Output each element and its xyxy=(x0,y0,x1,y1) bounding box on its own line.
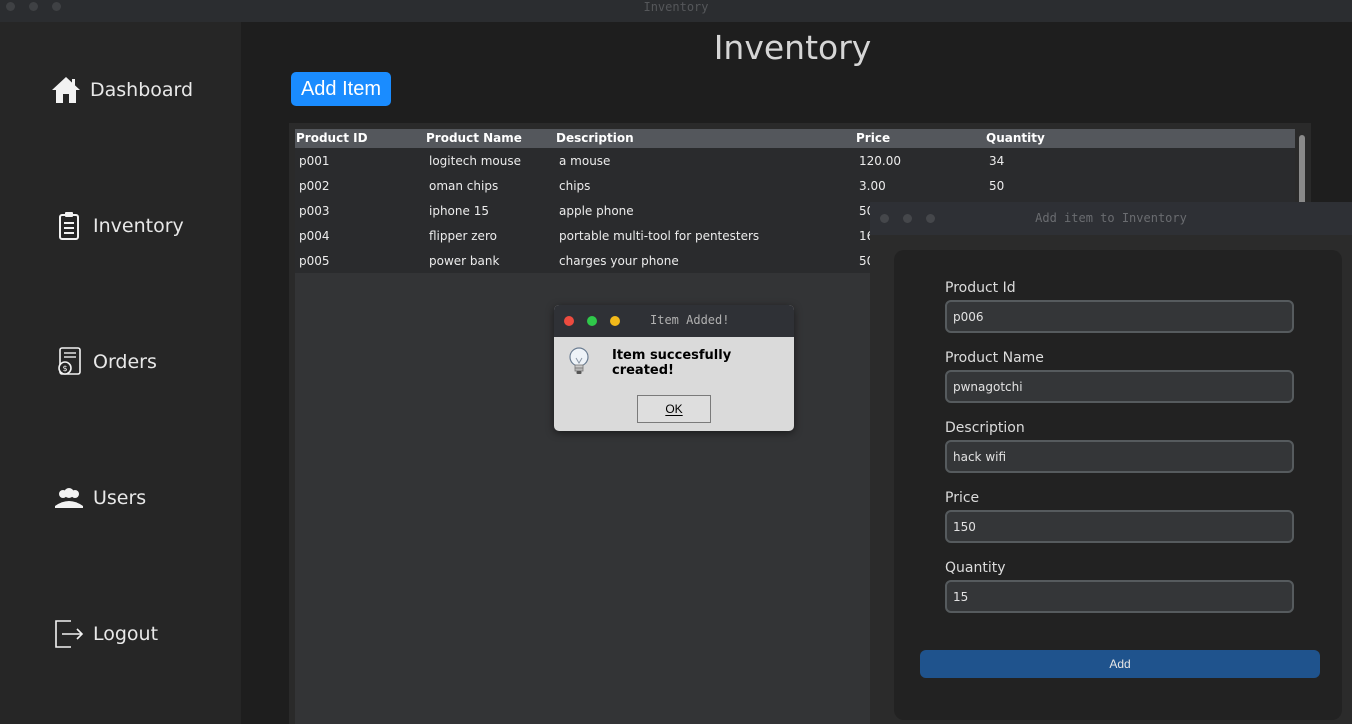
add-window-title: Add item to Inventory xyxy=(1035,211,1187,225)
item-added-dialog: Item Added! Item succesfully created! OK xyxy=(554,305,794,431)
table-cell: 3.00 xyxy=(859,178,886,193)
table-cell: portable multi-tool for pentesters xyxy=(559,228,760,243)
sidebar: Dashboard Inventory $ Orders Users Logou… xyxy=(0,22,241,724)
price-label: Price xyxy=(945,490,980,506)
table-cell: p001 xyxy=(299,153,330,168)
table-cell: power bank xyxy=(429,253,500,268)
table-header: Product ID Product Name Description Pric… xyxy=(295,129,1295,148)
table-cell: flipper zero xyxy=(429,228,497,243)
add-window-titlebar[interactable]: Add item to Inventory xyxy=(870,202,1352,235)
sidebar-item-dashboard[interactable]: Dashboard xyxy=(50,74,193,106)
svg-text:$: $ xyxy=(62,364,67,373)
logout-icon xyxy=(53,618,85,650)
quantity-input[interactable] xyxy=(945,580,1294,613)
sidebar-item-label: Inventory xyxy=(93,215,184,237)
clipboard-icon xyxy=(53,210,85,242)
add-item-form: Product Id Product Name Description Pric… xyxy=(894,250,1342,720)
page-title: Inventory xyxy=(713,28,872,67)
product-name-label: Product Name xyxy=(945,350,1044,366)
table-cell: 50 xyxy=(989,178,1005,193)
table-cell: p002 xyxy=(299,178,330,193)
dialog-title: Item Added! xyxy=(650,313,730,327)
sidebar-item-users[interactable]: Users xyxy=(53,482,146,514)
table-cell: p003 xyxy=(299,203,330,218)
add-button[interactable]: Add xyxy=(920,650,1320,678)
table-cell: a mouse xyxy=(559,153,611,168)
sidebar-item-orders[interactable]: $ Orders xyxy=(53,346,157,378)
table-row[interactable]: p002 oman chips chips 3.00 50 xyxy=(295,173,1295,198)
sidebar-item-logout[interactable]: Logout xyxy=(53,618,158,650)
description-label: Description xyxy=(945,420,1025,436)
lightbulb-icon xyxy=(568,346,590,382)
home-icon xyxy=(50,74,82,106)
sidebar-item-label: Orders xyxy=(93,351,157,373)
column-header[interactable]: Product Name xyxy=(425,129,555,148)
price-input[interactable] xyxy=(945,510,1294,543)
sidebar-item-inventory[interactable]: Inventory xyxy=(53,210,184,242)
table-cell: p004 xyxy=(299,228,330,243)
sidebar-item-label: Logout xyxy=(93,623,159,645)
table-cell: apple phone xyxy=(559,203,634,218)
table-cell: iphone 15 xyxy=(429,203,489,218)
table-row[interactable]: p001 logitech mouse a mouse 120.00 34 xyxy=(295,148,1295,173)
users-icon xyxy=(53,482,85,514)
sidebar-item-label: Users xyxy=(93,487,147,509)
product-id-label: Product Id xyxy=(945,280,1016,296)
product-name-input[interactable] xyxy=(945,370,1294,403)
sidebar-item-label: Dashboard xyxy=(90,79,194,101)
dialog-message: Item succesfully created! xyxy=(612,348,732,378)
table-cell: logitech mouse xyxy=(429,153,522,168)
column-header[interactable]: Product ID xyxy=(295,129,425,148)
table-cell: 34 xyxy=(989,153,1005,168)
add-item-button[interactable]: Add Item xyxy=(291,72,391,106)
table-cell: chips xyxy=(559,178,591,193)
table-cell: charges your phone xyxy=(559,253,679,268)
table-cell: oman chips xyxy=(429,178,499,193)
window-title: Inventory xyxy=(643,0,709,14)
minimize-dot[interactable] xyxy=(610,316,620,326)
ok-button[interactable]: OK xyxy=(637,395,711,423)
product-id-input[interactable] xyxy=(945,300,1294,333)
table-scrollbar[interactable] xyxy=(1299,135,1305,205)
ok-label: OK xyxy=(665,402,683,416)
receipt-icon: $ xyxy=(53,346,85,378)
close-dot[interactable] xyxy=(564,316,574,326)
column-header[interactable]: Price xyxy=(855,129,985,148)
description-input[interactable] xyxy=(945,440,1294,473)
app-titlebar: Inventory xyxy=(0,0,1352,22)
table-cell: p005 xyxy=(299,253,330,268)
column-header[interactable]: Description xyxy=(555,129,855,148)
column-header[interactable]: Quantity xyxy=(985,129,1295,148)
add-item-window: Add item to Inventory Product Id Product… xyxy=(870,202,1352,724)
dialog-titlebar[interactable]: Item Added! xyxy=(554,305,794,337)
window-controls[interactable] xyxy=(564,316,620,326)
maximize-dot[interactable] xyxy=(587,316,597,326)
table-cell: 120.00 xyxy=(859,153,901,168)
quantity-label: Quantity xyxy=(945,560,1006,576)
